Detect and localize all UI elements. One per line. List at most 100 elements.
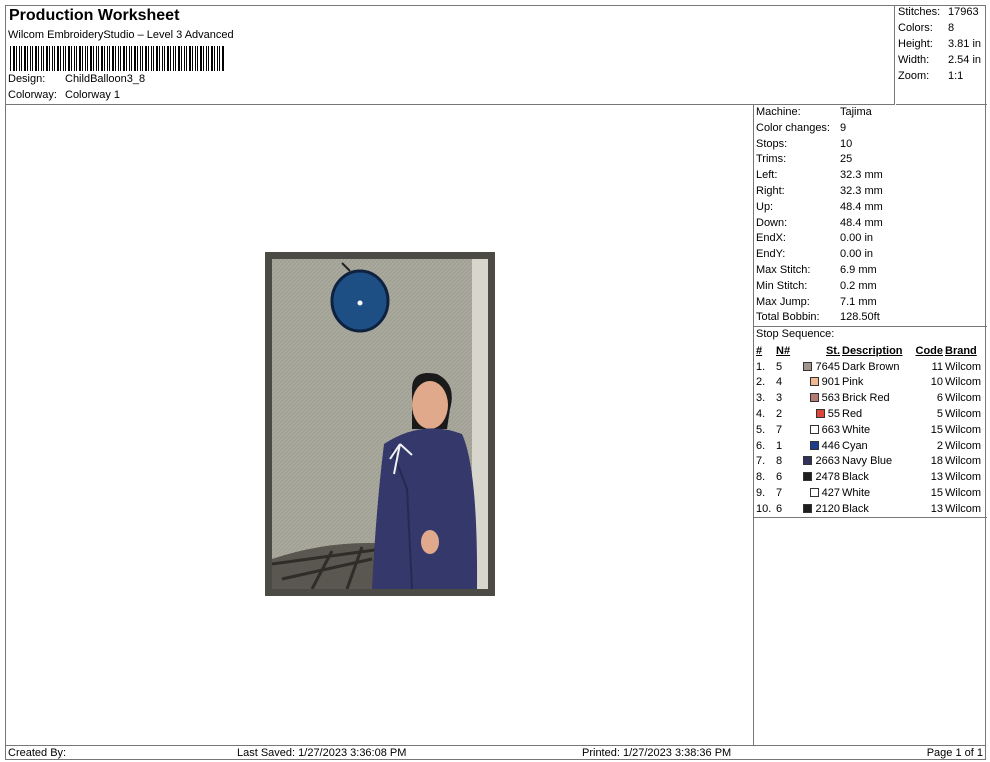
color-swatch: [809, 440, 819, 450]
thread-code: 13: [930, 502, 943, 515]
color-swatch: [803, 361, 813, 371]
thread-description: Black: [842, 471, 869, 484]
needle-number: 2: [776, 408, 783, 421]
thread-code: 15: [930, 423, 943, 436]
stop-sequence: Stop Sequence: # N# St. Description Code…: [754, 326, 987, 518]
info-row: Down: 48.4 mm: [756, 216, 883, 229]
info-row: Color changes: 9: [756, 121, 847, 134]
hand: [421, 530, 439, 554]
page-title: Production Worksheet: [9, 7, 180, 24]
col-header-needle: N#: [776, 344, 791, 357]
thread-brand: Wilcom: [945, 423, 982, 436]
thread-code: 18: [930, 455, 943, 468]
row-index: 10.: [756, 502, 772, 515]
needle-number: 7: [776, 487, 783, 500]
table-row: 7. 8 2663 Navy Blue 18 Wilcom: [755, 454, 986, 470]
table-row: 1. 5 7645 Dark Brown 11 Wilcom: [755, 359, 986, 375]
color-swatch: [803, 472, 813, 482]
embroidery-image: [272, 259, 488, 589]
info-row: Left: 32.3 mm: [756, 169, 883, 182]
needle-number: 6: [776, 471, 783, 484]
stat-row: Width: 2.54 in: [898, 54, 982, 66]
info-row: Up: 48.4 mm: [756, 200, 883, 213]
thread-code: 11: [931, 360, 943, 373]
info-row: Max Jump: 7.1 mm: [756, 295, 877, 308]
embroidery-design-preview: [265, 252, 495, 596]
needle-number: 1: [776, 439, 783, 452]
machine-info-panel: Machine: Tajima Color changes: 9 Stops: 10 …: [754, 105, 987, 518]
needle-number: 8: [776, 455, 783, 468]
design-preview-area: [6, 105, 754, 745]
stitch-count: 663: [821, 423, 840, 436]
coat: [372, 428, 478, 589]
software-name: Wilcom EmbroideryStudio – Level 3 Advanc…: [8, 29, 234, 41]
thread-brand: Wilcom: [945, 502, 982, 515]
col-header-index: #: [756, 344, 763, 357]
design-row: Design: ChildBalloon3_8: [8, 73, 145, 85]
stitch-count: 7645: [815, 360, 840, 373]
thread-brand: Wilcom: [945, 439, 982, 452]
color-swatch: [809, 393, 819, 403]
color-swatch: [803, 503, 813, 513]
thread-code: 2: [936, 439, 943, 452]
color-swatch: [815, 409, 825, 419]
stop-sequence-rows: 1. 5 7645 Dark Brown 11 Wilcom 2. 4 901 Pink 10 W…: [755, 359, 986, 517]
color-swatch: [809, 424, 819, 434]
col-header-brand: Brand: [945, 344, 977, 357]
thread-description: White: [842, 423, 871, 436]
thread-description: Dark Brown: [842, 360, 900, 373]
colorway-value: Colorway 1: [65, 89, 121, 101]
row-index: 6.: [756, 439, 766, 452]
thread-description: Cyan: [842, 439, 868, 452]
row-index: 4.: [756, 408, 766, 421]
info-row: Right: 32.3 mm: [756, 184, 883, 197]
table-row: 5. 7 663 White 15 Wilcom: [755, 422, 986, 438]
stitch-count: 901: [821, 376, 840, 389]
thread-brand: Wilcom: [945, 360, 982, 373]
thread-brand: Wilcom: [945, 471, 982, 484]
printed-date: Printed: 1/27/2023 3:38:36 PM: [582, 747, 732, 759]
stitch-count: 427: [821, 487, 840, 500]
worksheet-footer: Created By: Last Saved: 1/27/2023 3:36:0…: [6, 745, 985, 760]
barcode: [10, 46, 224, 71]
row-index: 8.: [756, 471, 766, 484]
design-stats: Stitches: 17963 Colors: 8 Height: 3.81 in W…: [896, 6, 987, 105]
stop-sequence-table: # N# St. Description Code Brand 1. 5 7645…: [755, 343, 986, 517]
info-row: EndY: 0.00 in: [756, 248, 874, 261]
row-index: 2.: [756, 376, 766, 389]
thread-code: 5: [936, 408, 943, 421]
stitch-count: 2478: [815, 471, 840, 484]
colorway-row: Colorway: Colorway 1: [8, 89, 120, 101]
table-row: 10. 6 2120 Black 13 Wilcom: [755, 501, 986, 517]
row-index: 1.: [756, 360, 766, 373]
table-row: 2. 4 901 Pink 10 Wilcom: [755, 375, 986, 391]
last-saved: Last Saved: 1/27/2023 3:36:08 PM: [237, 747, 407, 759]
design-value: ChildBalloon3_8: [65, 73, 146, 85]
table-row: 8. 6 2478 Black 13 Wilcom: [755, 469, 986, 485]
info-row: Trims: 25: [756, 153, 853, 166]
color-swatch: [809, 488, 819, 498]
table-row: 9. 7 427 White 15 Wilcom: [755, 485, 986, 501]
table-row: 3. 3 563 Brick Red 6 Wilcom: [755, 390, 986, 406]
row-index: 5.: [756, 423, 766, 436]
page-number: Page 1 of 1: [926, 747, 983, 759]
face: [412, 381, 448, 429]
thread-brand: Wilcom: [945, 392, 982, 405]
info-row: Machine: Tajima: [756, 106, 872, 118]
thread-description: White: [842, 487, 871, 500]
worksheet-frame: Production Worksheet Wilcom EmbroiderySt…: [5, 5, 987, 760]
needle-number: 7: [776, 423, 783, 436]
thread-code: 6: [936, 392, 943, 405]
worksheet-header: Production Worksheet Wilcom EmbroiderySt…: [6, 6, 895, 105]
design-label: Design:: [8, 73, 46, 85]
stat-row: Stitches: 17963: [898, 6, 979, 18]
colorway-label: Colorway:: [8, 89, 57, 101]
color-swatch: [803, 456, 813, 466]
info-row: EndX: 0.00 in: [756, 232, 874, 245]
stitch-count: 563: [821, 392, 840, 405]
stop-sequence-label: Stop Sequence:: [756, 328, 835, 341]
table-row: 4. 2 55 Red 5 Wilcom: [755, 406, 986, 422]
color-swatch: [809, 377, 819, 387]
thread-brand: Wilcom: [945, 455, 982, 468]
stitch-count: 2663: [815, 455, 840, 468]
